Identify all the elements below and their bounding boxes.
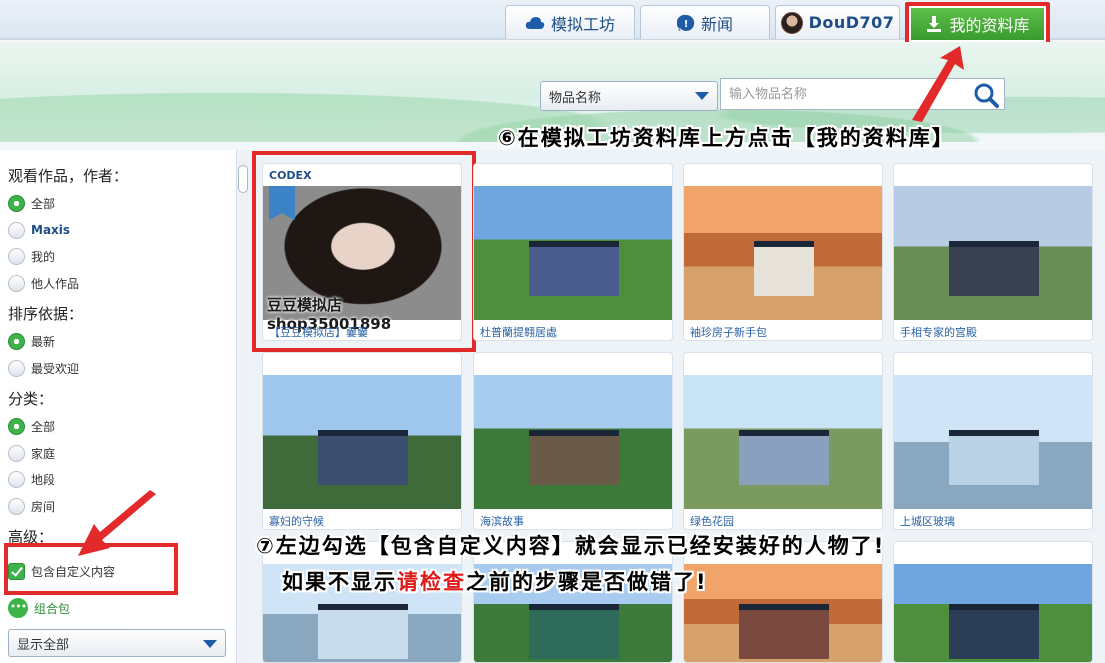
tab-my-library-label: 我的资料库 [949, 16, 1030, 35]
download-icon [927, 16, 942, 32]
radio-on-icon [8, 194, 25, 212]
sidebar-scroll-thumb[interactable] [238, 165, 248, 193]
card-title[interactable]: 上城区玻璃 [900, 513, 955, 529]
card-thumbnail [894, 564, 1092, 662]
annotation-arrow-left [78, 490, 156, 556]
gallery-card[interactable]: 绿色花园 [683, 352, 883, 530]
radio-label: 地段 [31, 472, 56, 487]
annotation-step-7-line-1: ⑦左边勾选【包含自定义内容】就会显示已经安装好的人物了! [256, 534, 886, 558]
category-heading: 分类： [8, 390, 54, 408]
radio-off-icon [8, 359, 25, 377]
radio-off-icon [8, 497, 25, 515]
card-thumbnail [894, 186, 1092, 320]
radio-off-icon [8, 247, 25, 265]
show-filter-select[interactable]: 显示全部 [8, 629, 226, 657]
tab-profile[interactable]: DouD707 [775, 5, 900, 39]
more-icon: ••• [8, 598, 28, 618]
radio-off-icon [8, 274, 25, 292]
radio-label: 最受欢迎 [31, 361, 80, 376]
gallery-card[interactable]: 杜普蘭提翱居處 [473, 163, 673, 341]
annotation-arrow-top [912, 46, 964, 122]
card-thumbnail [684, 375, 882, 509]
username-label: DouD707 [808, 13, 895, 32]
gallery-card[interactable] [893, 541, 1093, 663]
tab-my-library[interactable]: 我的资料库 [905, 2, 1050, 46]
news-icon: ! [676, 14, 695, 31]
gallery-card[interactable]: 上城区玻璃 [893, 352, 1093, 530]
show-filter-value: 显示全部 [17, 637, 70, 653]
gallery-card[interactable]: 寡妇的守候 [262, 352, 462, 530]
card-thumbnail [894, 375, 1092, 509]
card-thumbnail [474, 375, 672, 509]
radio-category-household[interactable]: 家庭 [8, 443, 55, 463]
radio-label: Maxis [31, 223, 71, 237]
annotation-step-6: ⑥在模拟工坊资料库上方点击【我的资料库】 [498, 126, 955, 150]
card-thumbnail [263, 375, 461, 509]
card-title[interactable]: 海滨故事 [480, 513, 524, 529]
gallery-card[interactable]: 手相专家的宫殿 [893, 163, 1093, 341]
radio-label: 全部 [31, 419, 56, 434]
radio-off-icon [8, 444, 25, 462]
tab-news[interactable]: ! 新闻 [640, 5, 770, 39]
radio-off-icon [8, 221, 25, 239]
radio-category-all[interactable]: 全部 [8, 416, 55, 436]
radio-label: 我的 [31, 249, 56, 264]
bundle-label: 组合包 [34, 601, 71, 616]
radio-view-all[interactable]: 全部 [8, 193, 55, 213]
radio-label: 房间 [31, 499, 56, 514]
annotation-text: 如果不显示 [282, 570, 397, 594]
annotation-highlight-card [252, 151, 476, 352]
radio-category-lot[interactable]: 地段 [8, 469, 55, 489]
card-title[interactable]: 袖珍房子新手包 [690, 324, 767, 340]
tab-gallery-label: 模拟工坊 [550, 14, 615, 34]
radio-view-maxis[interactable]: Maxis [8, 220, 70, 240]
search-icon[interactable] [973, 82, 999, 108]
radio-off-icon [8, 470, 25, 488]
annotation-step-7-line-2: 如果不显示请检查之前的步骤是否做错了! [282, 566, 708, 596]
radio-sort-popular[interactable]: 最受欢迎 [8, 358, 79, 378]
tab-news-label: 新闻 [700, 14, 733, 34]
avatar [780, 11, 803, 34]
search-category-select[interactable]: 物品名称 [540, 81, 718, 111]
tab-gallery[interactable]: 模拟工坊 [505, 5, 635, 39]
annotation-text: 之前的步骤是否做错了! [466, 570, 708, 594]
search-category-value: 物品名称 [549, 90, 602, 106]
chevron-down-icon [695, 92, 709, 100]
card-title[interactable]: 杜普蘭提翱居處 [480, 324, 557, 340]
cloud-icon [525, 16, 545, 29]
radio-category-room[interactable]: 房间 [8, 496, 55, 516]
radio-label: 他人作品 [31, 276, 80, 291]
chevron-down-icon [203, 640, 217, 648]
radio-sort-newest[interactable]: 最新 [8, 331, 55, 351]
sidebar-scrollbar[interactable] [236, 150, 250, 663]
view-by-heading: 观看作品，作者： [8, 167, 129, 185]
gallery-card[interactable]: 袖珍房子新手包 [683, 163, 883, 341]
card-title[interactable]: 寡妇的守候 [269, 513, 324, 529]
radio-view-others[interactable]: 他人作品 [8, 273, 79, 293]
radio-label: 家庭 [31, 446, 56, 461]
radio-on-icon [8, 417, 25, 435]
card-thumbnail [474, 186, 672, 320]
radio-label: 最新 [31, 334, 56, 349]
card-title[interactable]: 手相专家的宫殿 [900, 324, 977, 340]
radio-view-mine[interactable]: 我的 [8, 246, 55, 266]
annotation-emphasis: 请检查 [397, 570, 466, 594]
toggle-bundle[interactable]: ••• 组合包 [8, 598, 70, 618]
card-title[interactable]: 绿色花园 [690, 513, 734, 529]
radio-label: 全部 [31, 196, 56, 211]
gallery-card[interactable]: 海滨故事 [473, 352, 673, 530]
card-thumbnail [684, 564, 882, 662]
radio-on-icon [8, 332, 25, 350]
card-thumbnail [684, 186, 882, 320]
sort-by-heading: 排序依据： [8, 305, 84, 323]
svg-text:!: ! [684, 19, 689, 30]
